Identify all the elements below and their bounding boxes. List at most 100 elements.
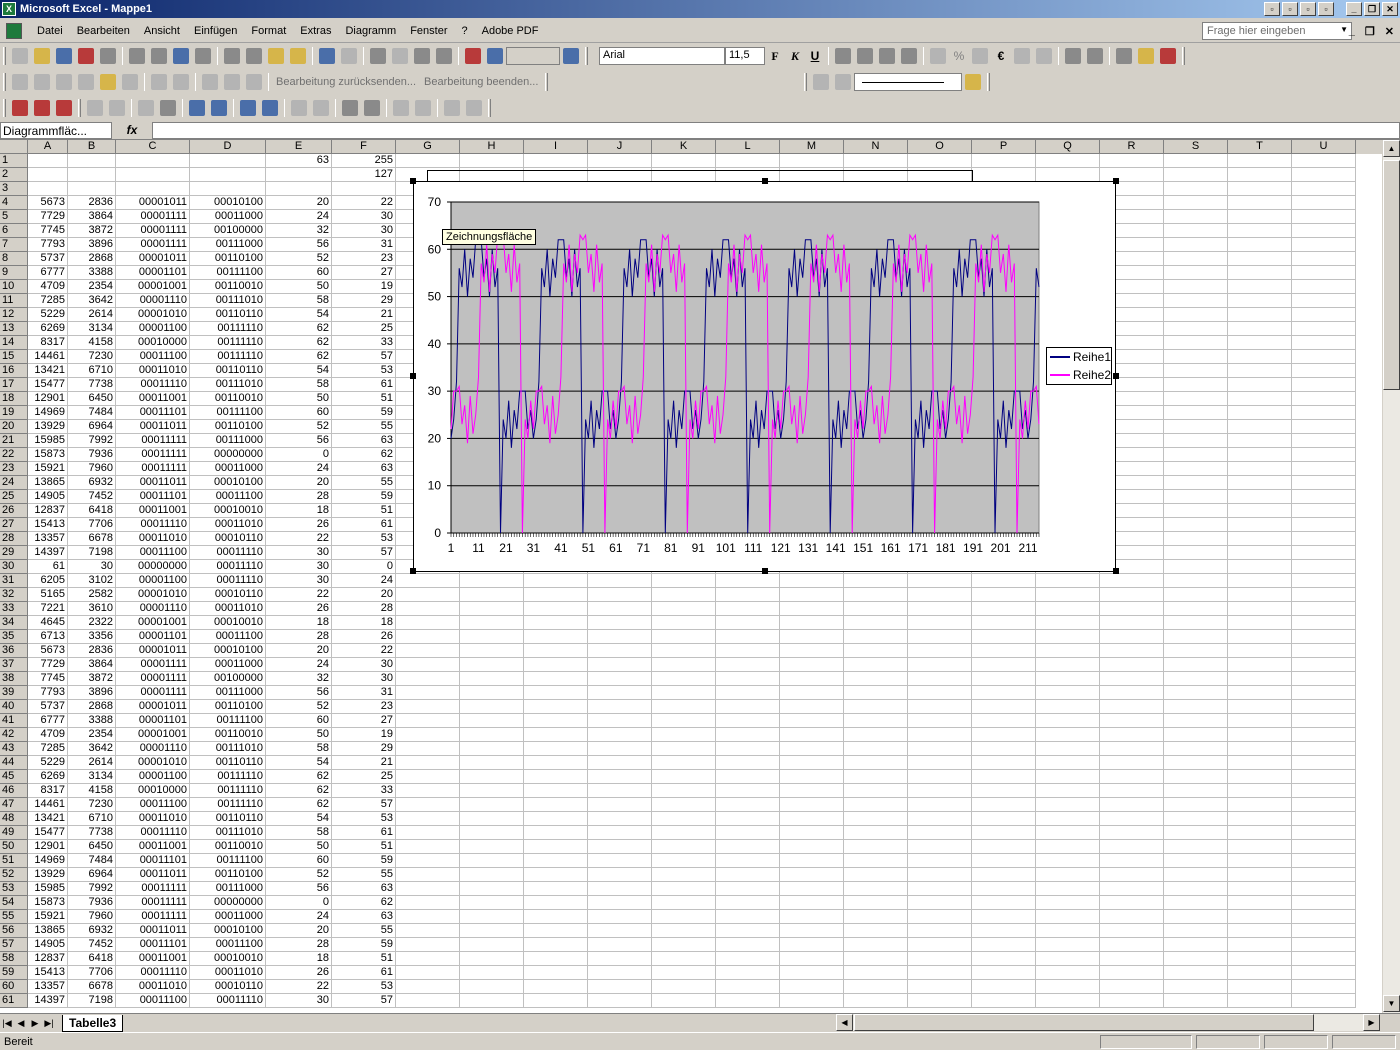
- cell-g[interactable]: [396, 686, 460, 700]
- cell-f[interactable]: 0: [332, 560, 396, 574]
- cell-b[interactable]: 7484: [68, 406, 116, 420]
- cell-l[interactable]: [716, 868, 780, 882]
- cell-e[interactable]: 50: [266, 840, 332, 854]
- cell-e[interactable]: 52: [266, 252, 332, 266]
- cell-i[interactable]: [524, 574, 588, 588]
- cell-k[interactable]: [652, 770, 716, 784]
- cell-k[interactable]: [652, 952, 716, 966]
- cell-d[interactable]: 00011010: [190, 966, 266, 980]
- cell-u[interactable]: [1292, 168, 1356, 182]
- cell-a[interactable]: 15477: [28, 378, 68, 392]
- cell-k[interactable]: [652, 700, 716, 714]
- cell-n[interactable]: [844, 868, 908, 882]
- cell-n[interactable]: [844, 686, 908, 700]
- resize-handle-tr[interactable]: [1113, 178, 1119, 184]
- cell-e[interactable]: 28: [266, 490, 332, 504]
- cell-g[interactable]: [396, 630, 460, 644]
- review-icon-5[interactable]: [100, 74, 116, 90]
- cell-o[interactable]: [908, 826, 972, 840]
- decrease-decimal-icon[interactable]: [1036, 48, 1052, 64]
- cell-e[interactable]: 62: [266, 322, 332, 336]
- cell-u[interactable]: [1292, 868, 1356, 882]
- cell-u[interactable]: [1292, 322, 1356, 336]
- cell-m[interactable]: [780, 938, 844, 952]
- cell-b[interactable]: 2836: [68, 196, 116, 210]
- cell-u[interactable]: [1292, 392, 1356, 406]
- cell-f[interactable]: 63: [332, 434, 396, 448]
- cell-p[interactable]: [972, 672, 1036, 686]
- pdf-review-icon[interactable]: [56, 100, 72, 116]
- cell-f[interactable]: 18: [332, 616, 396, 630]
- cell-o[interactable]: [908, 630, 972, 644]
- cell-e[interactable]: 28: [266, 938, 332, 952]
- cell-e[interactable]: 50: [266, 280, 332, 294]
- cell-u[interactable]: [1292, 826, 1356, 840]
- cell-j[interactable]: [588, 574, 652, 588]
- cell-l[interactable]: [716, 854, 780, 868]
- cell-a[interactable]: 5673: [28, 196, 68, 210]
- cell-i[interactable]: [524, 896, 588, 910]
- cell-d[interactable]: 00110010: [190, 728, 266, 742]
- column-header-o[interactable]: O: [908, 140, 972, 154]
- cell-n[interactable]: [844, 714, 908, 728]
- menu-einfuegen[interactable]: Einfügen: [187, 25, 244, 37]
- cell-h[interactable]: [460, 840, 524, 854]
- cell-t[interactable]: [1228, 406, 1292, 420]
- cell-p[interactable]: [972, 826, 1036, 840]
- cell-g[interactable]: [396, 588, 460, 602]
- cell-f[interactable]: 55: [332, 476, 396, 490]
- cell-r[interactable]: [1100, 700, 1164, 714]
- cell-d[interactable]: 00110110: [190, 812, 266, 826]
- cell-h[interactable]: [460, 630, 524, 644]
- zoom-combo[interactable]: [506, 47, 560, 65]
- cell-j[interactable]: [588, 742, 652, 756]
- save-icon[interactable]: [56, 48, 72, 64]
- spelling-icon[interactable]: [173, 48, 189, 64]
- resize-handle-t[interactable]: [762, 178, 768, 184]
- cell-p[interactable]: [972, 728, 1036, 742]
- column-header-c[interactable]: C: [116, 140, 190, 154]
- cell-a[interactable]: 13357: [28, 532, 68, 546]
- cell-n[interactable]: [844, 798, 908, 812]
- cell-c[interactable]: 00001101: [116, 630, 190, 644]
- cell-s[interactable]: [1164, 686, 1228, 700]
- menu-ansicht[interactable]: Ansicht: [137, 25, 187, 37]
- cell-h[interactable]: [460, 784, 524, 798]
- cell-j[interactable]: [588, 154, 652, 168]
- cell-r[interactable]: [1100, 574, 1164, 588]
- cell-s[interactable]: [1164, 294, 1228, 308]
- cell-m[interactable]: [780, 588, 844, 602]
- cell-f[interactable]: 29: [332, 742, 396, 756]
- cell-u[interactable]: [1292, 658, 1356, 672]
- cell-m[interactable]: [780, 798, 844, 812]
- row-header[interactable]: 4: [0, 196, 28, 210]
- cell-t[interactable]: [1228, 560, 1292, 574]
- cell-d[interactable]: 00110100: [190, 252, 266, 266]
- cell-j[interactable]: [588, 994, 652, 1008]
- cell-s[interactable]: [1164, 434, 1228, 448]
- cell-t[interactable]: [1228, 602, 1292, 616]
- cell-t[interactable]: [1228, 378, 1292, 392]
- row-header[interactable]: 47: [0, 798, 28, 812]
- cell-e[interactable]: 30: [266, 574, 332, 588]
- cell-a[interactable]: 15477: [28, 826, 68, 840]
- cell-o[interactable]: [908, 980, 972, 994]
- cell-u[interactable]: [1292, 196, 1356, 210]
- cell-j[interactable]: [588, 602, 652, 616]
- cell-u[interactable]: [1292, 336, 1356, 350]
- review-icon-6[interactable]: [122, 74, 138, 90]
- cell-r[interactable]: [1100, 980, 1164, 994]
- cell-p[interactable]: [972, 896, 1036, 910]
- cell-k[interactable]: [652, 644, 716, 658]
- cell-s[interactable]: [1164, 336, 1228, 350]
- cell-b[interactable]: 7960: [68, 910, 116, 924]
- cell-t[interactable]: [1228, 448, 1292, 462]
- cell-b[interactable]: 7484: [68, 854, 116, 868]
- cell-p[interactable]: [972, 868, 1036, 882]
- menu-bearbeiten[interactable]: Bearbeiten: [70, 25, 137, 37]
- cell-d[interactable]: 00010100: [190, 476, 266, 490]
- row-header[interactable]: 28: [0, 532, 28, 546]
- row-header[interactable]: 21: [0, 434, 28, 448]
- doc-minimize-button[interactable]: _: [1349, 25, 1355, 38]
- select-all-corner[interactable]: [0, 140, 28, 154]
